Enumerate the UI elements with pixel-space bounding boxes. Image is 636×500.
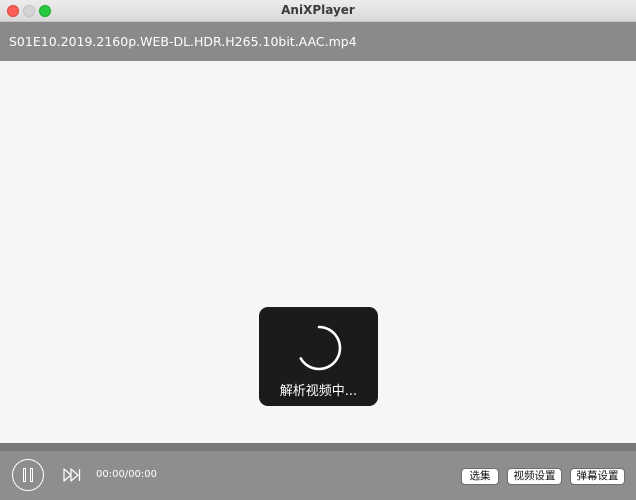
- progress-bar[interactable]: [0, 443, 636, 451]
- pause-icon: [30, 468, 33, 482]
- loading-text: 解析视频中...: [279, 384, 358, 399]
- loading-overlay: 解析视频中...: [259, 307, 378, 406]
- time-display: 00:00/00:00: [96, 469, 158, 480]
- title-bar[interactable]: AniXPlayer: [0, 0, 636, 22]
- file-name: S01E10.2019.2160p.WEB-DL.HDR.H265.10bit.…: [9, 34, 357, 49]
- control-bar: 00:00/00:00 选集 视频设置 弹幕设置: [0, 451, 636, 500]
- loading-spinner-icon: [299, 325, 342, 371]
- skip-forward-icon[interactable]: [63, 468, 81, 482]
- episodes-button[interactable]: 选集: [461, 468, 499, 485]
- player-window: AniXPlayer S01E10.2019.2160p.WEB-DL.HDR.…: [0, 0, 636, 500]
- video-settings-button[interactable]: 视频设置: [507, 468, 562, 485]
- window-title: AniXPlayer: [281, 3, 355, 17]
- play-pause-button[interactable]: [12, 459, 44, 491]
- file-header: S01E10.2019.2160p.WEB-DL.HDR.H265.10bit.…: [0, 22, 636, 61]
- danmaku-settings-button[interactable]: 弹幕设置: [570, 468, 625, 485]
- pause-icon: [23, 468, 26, 482]
